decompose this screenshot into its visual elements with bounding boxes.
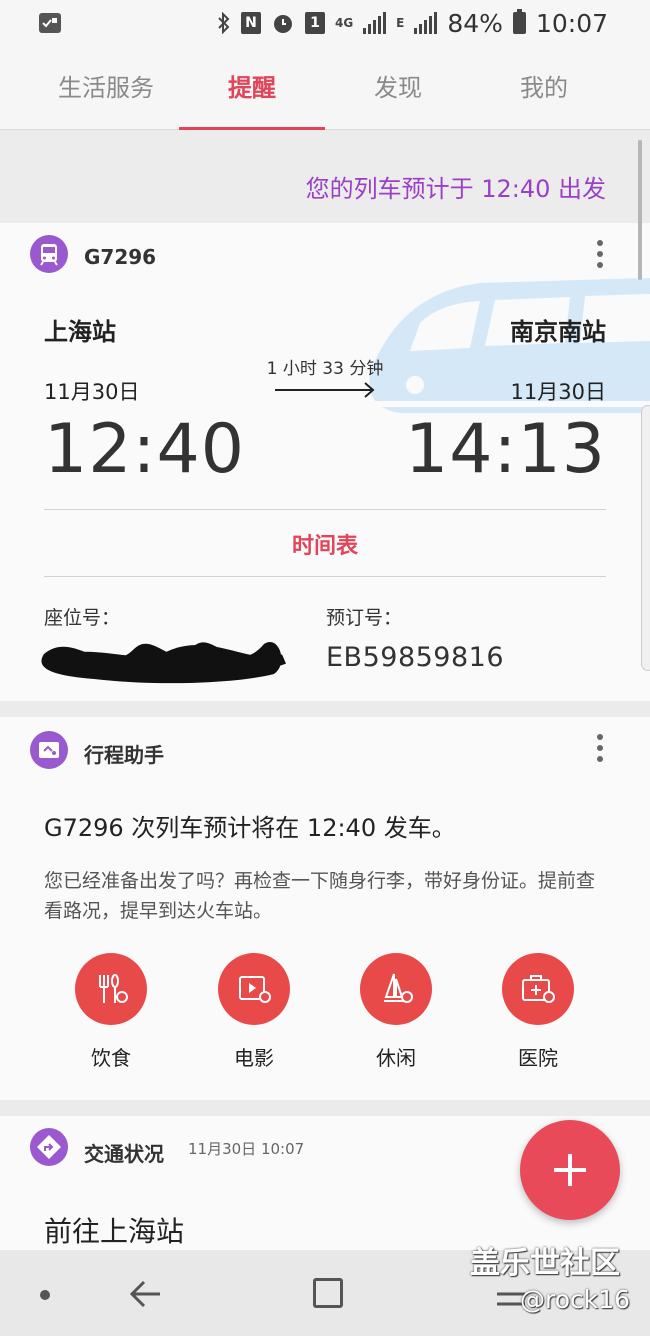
traffic-destination: 前往上海站 [44,1215,185,1248]
arrival-time: 14:13 [405,410,606,489]
movie-label: 电影 [234,1046,274,1070]
signal-icon [363,12,387,34]
status-icons: N 1 4G E 84% 10:07 [217,6,608,40]
sim-icon: 1 [304,12,325,34]
network-type: 4G [334,16,354,30]
departure-banner-text: 您的列车预计于 12:40 出发 [305,175,606,203]
booking-number: EB59859816 [326,642,505,673]
tab-life-services[interactable]: 生活服务 [33,46,179,130]
alarm-icon [273,15,292,33]
trip-duration: 1 小时 33 分钟 [266,359,384,379]
scrollbar[interactable] [638,140,642,280]
back-icon[interactable] [128,1276,164,1312]
arrival-date: 11月30日 [510,380,606,404]
map-icon [30,731,68,769]
tab-discover[interactable]: 发现 [325,46,471,130]
status-bar: N 1 4G E 84% 10:07 [0,0,650,46]
tab-bar: 生活服务 提醒 发现 我的 [0,46,650,130]
edge-panel-handle[interactable] [641,405,650,671]
divider [44,509,606,510]
directions-icon [30,1128,68,1166]
trip-assistant-title: 行程助手 [84,743,164,767]
leisure-shortcut[interactable] [360,953,432,1025]
food-shortcut[interactable] [75,953,147,1025]
tab-me[interactable]: 我的 [471,46,617,130]
food-location-icon [75,953,147,1025]
hospital-location-icon [502,953,574,1025]
divider [44,576,606,577]
arrival-station: 南京南站 [510,318,606,346]
food-label: 饮食 [91,1046,131,1070]
arrow-right-icon [275,382,375,398]
battery-percent: 84% [447,8,503,38]
booking-label: 预订号： [326,607,403,629]
departure-time: 12:40 [44,410,245,489]
nfc-icon: N [240,12,261,34]
assistant-card-more-icon[interactable] [590,734,610,766]
departure-reminder: G7296 次列车预计将在 12:40 发车。 [44,814,456,842]
add-button[interactable] [520,1120,620,1220]
battery-icon [512,9,526,34]
recents-icon[interactable] [313,1278,343,1308]
signal-icon-2 [414,12,438,34]
train-number: G7296 [84,245,157,269]
watermark-title: 盖乐世社区 [470,1246,620,1281]
traffic-timestamp: 11月30日 10:07 [188,1140,305,1158]
leisure-location-icon [360,953,432,1025]
active-tab-indicator [179,127,325,130]
edge-label: E [396,16,405,30]
home-dot-icon[interactable] [40,1290,50,1300]
hospital-label: 医院 [518,1046,558,1070]
leisure-label: 休闲 [376,1046,416,1070]
train-card-more-icon[interactable] [590,240,610,272]
redacted-seat-number [41,641,286,684]
train-icon [30,235,68,273]
movie-location-icon [218,953,290,1025]
timetable-button[interactable]: 时间表 [44,528,606,560]
clock: 10:07 [535,8,608,38]
watermark-user: @rock16 [520,1285,631,1314]
traffic-title: 交通状况 [84,1142,164,1166]
movie-shortcut[interactable] [218,953,290,1025]
departure-banner: 您的列车预计于 12:40 出发 [0,131,650,221]
departure-date: 11月30日 [44,380,140,404]
notification-icon [39,13,61,33]
tab-reminders[interactable]: 提醒 [179,46,325,130]
train-illustration-icon [360,278,650,413]
reminder-detail: 您已经准备出发了吗？再检查一下随身行李，带好身份证。提前查看路况，提早到达火车站… [44,870,596,922]
hospital-shortcut[interactable] [502,953,574,1025]
departure-station: 上海站 [44,318,116,346]
bluetooth-icon [218,12,230,34]
